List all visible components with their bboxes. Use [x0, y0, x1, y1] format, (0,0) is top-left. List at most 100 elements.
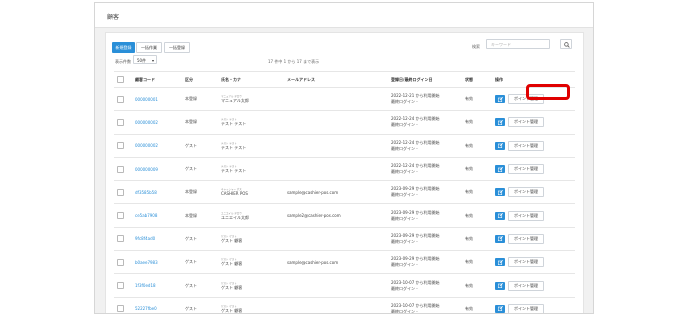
table-row: 000000002 本登録 テスト テスト テスト テスト 2022-12-24 から利…: [114, 110, 575, 135]
point-management-button[interactable]: ポイント管理: [508, 210, 544, 221]
edit-button[interactable]: [495, 118, 505, 127]
customer-email: [284, 296, 388, 313]
bulk-register-button[interactable]: 一括登録: [164, 42, 190, 53]
customer-name: テスト テスト: [221, 168, 247, 174]
row-checkbox[interactable]: [117, 142, 124, 150]
customer-status: 有効: [462, 86, 492, 111]
column-header-status: 状態: [462, 71, 492, 88]
bulk-work-button[interactable]: 一括作業: [136, 42, 162, 53]
row-select-cell: [114, 180, 132, 204]
edit-button[interactable]: [495, 95, 505, 104]
edit-button[interactable]: [495, 211, 505, 220]
table-row: ce5ab7908 本登録 ユニエイル タロウ ユニエイル太郎 sample2@cash…: [114, 203, 575, 228]
last-login: 最終ログイン -: [391, 169, 418, 175]
customer-code-link[interactable]: 52227fbe0: [135, 306, 157, 311]
column-header-email: メールアドレス: [284, 71, 388, 88]
point-management-button[interactable]: ポイント管理: [508, 187, 544, 198]
point-management-button[interactable]: ポイント管理: [508, 233, 544, 244]
select-all-checkbox[interactable]: [117, 76, 124, 83]
customer-code-link[interactable]: 1f3f0ed18: [135, 283, 156, 288]
last-login: 最終ログイン -: [391, 238, 418, 244]
column-header-dates: 登録日/最終ログイン日: [388, 71, 462, 88]
edit-button[interactable]: [495, 234, 505, 243]
table-row: 1f3f0ed18 ゲスト ゲスト ゲスト ゲスト 顧客 2023-10-07 から利用…: [114, 273, 575, 298]
row-select-cell: [114, 273, 132, 298]
last-login: 最終ログイン -: [391, 122, 418, 128]
per-page-select[interactable]: 50件 ▾: [133, 55, 157, 64]
edit-icon: [497, 143, 503, 149]
customer-email: sample2@cashier-pos.com: [284, 203, 388, 228]
point-management-button[interactable]: ポイント管理: [508, 117, 544, 128]
chevron-down-icon: ▾: [151, 58, 154, 63]
customer-table: 顧客コード 区分 氏名・カナ メールアドレス 登録日/最終ログイン日 状態 操作…: [114, 71, 575, 313]
search-button[interactable]: [560, 39, 572, 49]
new-customer-button[interactable]: 新規登録: [112, 42, 135, 53]
customer-name: ユニエイル太郎: [221, 214, 249, 220]
edit-icon: [497, 189, 503, 195]
customer-code-link[interactable]: 000000001: [135, 97, 158, 102]
point-management-button[interactable]: ポイント管理: [508, 280, 544, 291]
row-checkbox[interactable]: [117, 165, 124, 173]
customer-email: sample@cashier-pos.com: [284, 180, 388, 204]
row-checkbox[interactable]: [117, 212, 124, 220]
edit-button[interactable]: [495, 165, 505, 174]
row-checkbox[interactable]: [117, 282, 124, 290]
point-management-button[interactable]: ポイント管理: [508, 257, 544, 268]
edit-button[interactable]: [495, 281, 505, 290]
point-management-button[interactable]: ポイント管理: [508, 140, 544, 151]
page-title: 顧客: [107, 14, 120, 21]
last-login: 最終ログイン -: [391, 215, 418, 221]
customer-code-link[interactable]: 9fc8f4ad0: [135, 236, 155, 241]
last-login: 最終ログイン -: [391, 145, 418, 151]
per-page-label: 表示件数: [115, 59, 131, 64]
row-select-cell: [114, 133, 132, 158]
customer-name: ゲスト 顧客: [221, 237, 243, 243]
customer-status: 有効: [462, 250, 492, 274]
row-checkbox[interactable]: [117, 258, 124, 266]
edit-button[interactable]: [495, 188, 505, 197]
customer-window: 顧客 新規登録 一括作業 一括登録 検索 キーワード 表示件数 50件 ▾ 17…: [94, 2, 594, 314]
table-row: 000000001 本登録 マニュアル タロウ マニュアル太郎 2022-12-21 か…: [114, 86, 575, 111]
edit-button[interactable]: [495, 304, 505, 313]
page-header: 顧客: [95, 3, 593, 28]
table-row: 9fc8f4ad0 ゲスト ゲスト ゲスト ゲスト 顧客 2023-09-29 から利用…: [114, 226, 575, 251]
customer-email: [284, 273, 388, 298]
customer-code-link[interactable]: b0aee7983: [135, 260, 158, 265]
result-count: 17 件中 1 から 17 まで表示: [268, 59, 320, 64]
column-header-name: 氏名・カナ: [218, 71, 284, 88]
edit-button[interactable]: [495, 141, 505, 150]
customer-status: 有効: [462, 296, 492, 313]
table-row: b0aee7983 ゲスト ゲスト ゲスト ゲスト 顧客 sample@cashier-…: [114, 250, 575, 274]
row-checkbox[interactable]: [117, 95, 124, 103]
customer-status: 有効: [462, 273, 492, 298]
highlight-box: [526, 84, 570, 100]
customer-email: [284, 110, 388, 135]
row-checkbox[interactable]: [117, 235, 124, 243]
customer-type: ゲスト: [182, 133, 218, 158]
customer-code-link[interactable]: 000000002: [135, 143, 158, 148]
row-checkbox[interactable]: [117, 118, 124, 126]
customer-name: ゲスト 顧客: [221, 307, 243, 313]
customer-code-link[interactable]: df3585b58: [135, 190, 157, 195]
customer-type: ゲスト: [182, 296, 218, 313]
edit-icon: [497, 166, 503, 172]
customer-code-link[interactable]: ce5ab7908: [135, 213, 157, 218]
select-all-header: [114, 71, 132, 88]
edit-button[interactable]: [495, 258, 505, 267]
customer-email: [284, 86, 388, 111]
table-row: 000000002 ゲスト テスト テスト テスト テスト 2022-12-24 から利…: [114, 133, 575, 158]
customer-name: ゲスト 顧客: [221, 284, 243, 290]
row-checkbox[interactable]: [117, 305, 124, 313]
row-select-cell: [114, 250, 132, 274]
customer-type: 本登録: [182, 203, 218, 228]
customer-code-link[interactable]: 000000002: [135, 120, 158, 125]
point-management-button[interactable]: ポイント管理: [508, 164, 544, 175]
edit-icon: [497, 236, 503, 242]
search-input[interactable]: キーワード: [486, 39, 550, 49]
customer-code-link[interactable]: 000000009: [135, 167, 158, 172]
edit-icon: [497, 213, 503, 219]
row-checkbox[interactable]: [117, 188, 124, 196]
customer-status: 有効: [462, 110, 492, 135]
column-header-type: 区分: [182, 71, 218, 88]
point-management-button[interactable]: ポイント管理: [508, 303, 544, 313]
